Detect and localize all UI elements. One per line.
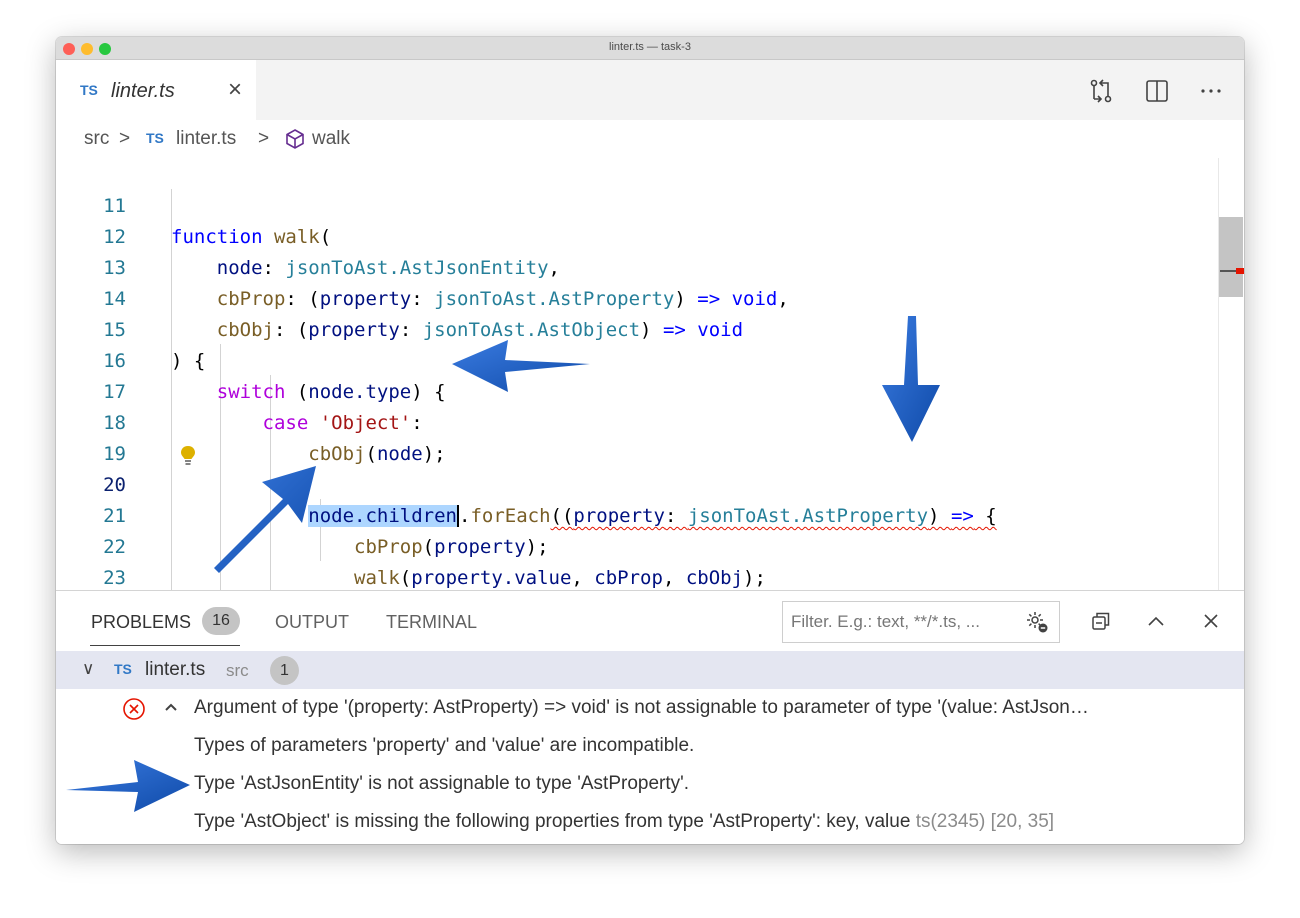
active-tab-indicator: [90, 645, 240, 646]
code-line: 19: [56, 408, 1216, 465]
problem-file-folder: src: [226, 661, 249, 680]
code-line: 13 cbProp: (property: jsonToAst.AstPrope…: [56, 222, 1216, 310]
tab-output[interactable]: OUTPUT: [275, 612, 349, 633]
breadcrumb: src > TS linter.ts > walk: [56, 120, 1244, 158]
editor-scrollbar-thumb[interactable]: [1219, 217, 1243, 297]
code-line: 14 cbObj: (property: jsonToAst.AstObject…: [56, 253, 1216, 341]
bottom-panel: PROBLEMS 16 OUTPUT TERMINAL Filter. E.g.…: [56, 590, 1244, 844]
code-line: 11 function walk(: [56, 160, 1216, 248]
problems-file-row[interactable]: ∨ TS linter.ts src 1: [56, 651, 1244, 689]
more-actions-icon[interactable]: [1198, 78, 1224, 104]
collapse-all-icon[interactable]: [1090, 610, 1112, 637]
code-editor[interactable]: 11 function walk( 12 node: jsonToAst.Ast…: [56, 158, 1244, 590]
expand-problem-icon[interactable]: [163, 699, 179, 720]
code-line: 24 break;: [56, 563, 1216, 590]
typescript-file-icon: TS: [80, 82, 98, 98]
editor-window: linter.ts — task-3 TS linter.ts × src > …: [56, 37, 1244, 844]
code-line: 15 ) {: [56, 284, 1216, 372]
problem-detail: Types of parameters 'property' and 'valu…: [194, 735, 695, 756]
problem-detail-last: Type 'AstObject' is missing the followin…: [194, 811, 1055, 832]
tab-problems[interactable]: PROBLEMS: [91, 612, 191, 633]
tab-terminal[interactable]: TERMINAL: [386, 612, 477, 633]
tab-label: linter.ts: [111, 80, 175, 102]
code-line: 21 cbProp(property);: [56, 470, 1216, 558]
problem-detail: Type 'AstJsonEntity' is not assignable t…: [194, 773, 690, 794]
breadcrumb-symbol[interactable]: walk: [312, 128, 350, 150]
code-line: 23 });: [56, 532, 1216, 589]
code-line: 12 node: jsonToAst.AstJsonEntity,: [56, 191, 1216, 279]
tab-linter-ts[interactable]: TS linter.ts ×: [56, 60, 256, 120]
close-panel-icon[interactable]: [1200, 610, 1222, 637]
tab-close-icon[interactable]: ×: [228, 76, 242, 104]
code-line-active: 20 node.children .forEach((property: json…: [56, 439, 1216, 527]
typescript-file-icon: TS: [114, 661, 132, 677]
breadcrumb-file[interactable]: linter.ts: [176, 128, 236, 150]
problem-message: Argument of type '(property: AstProperty…: [194, 697, 1089, 718]
maximize-panel-icon[interactable]: [1145, 610, 1167, 637]
window-title: linter.ts — task-3: [609, 41, 691, 53]
lightbulb-icon[interactable]: [180, 445, 196, 467]
overview-ruler-error: [1236, 268, 1244, 274]
problem-position: [20, 35]: [990, 811, 1055, 832]
typescript-file-icon: TS: [146, 130, 164, 146]
problems-count-badge: 16: [202, 607, 240, 635]
split-editor-icon[interactable]: [1144, 78, 1170, 104]
breadcrumb-folder[interactable]: src: [84, 128, 109, 150]
filter-placeholder: Filter. E.g.: text, **/*.ts, ...: [791, 612, 980, 631]
filter-settings-icon[interactable]: [1025, 610, 1049, 639]
editor-tab-bar: TS linter.ts ×: [56, 60, 1244, 120]
code-line: 16 switch (node.type) {: [56, 315, 1216, 403]
breadcrumb-separator: >: [258, 128, 270, 149]
file-problem-count-badge: 1: [270, 656, 299, 685]
title-bar: linter.ts — task-3: [56, 37, 1244, 60]
chevron-down-icon: ∨: [82, 659, 95, 678]
problems-filter-input[interactable]: Filter. E.g.: text, **/*.ts, ...: [782, 601, 1060, 643]
code-line: 22 walk(property.value, cbProp, cbObj);: [56, 501, 1216, 589]
method-cube-icon: [284, 128, 306, 156]
code-line: 17 case 'Object':: [56, 346, 1216, 434]
git-compare-icon[interactable]: [1088, 78, 1114, 104]
breadcrumb-separator: >: [119, 128, 131, 149]
code-line: 18 cbObj(node);: [56, 377, 1216, 465]
error-icon: [122, 697, 146, 726]
problem-source: ts(2345): [915, 811, 986, 832]
problem-file-name: linter.ts: [145, 659, 206, 680]
problem-item[interactable]: Argument of type '(property: AstProperty…: [56, 689, 1244, 727]
